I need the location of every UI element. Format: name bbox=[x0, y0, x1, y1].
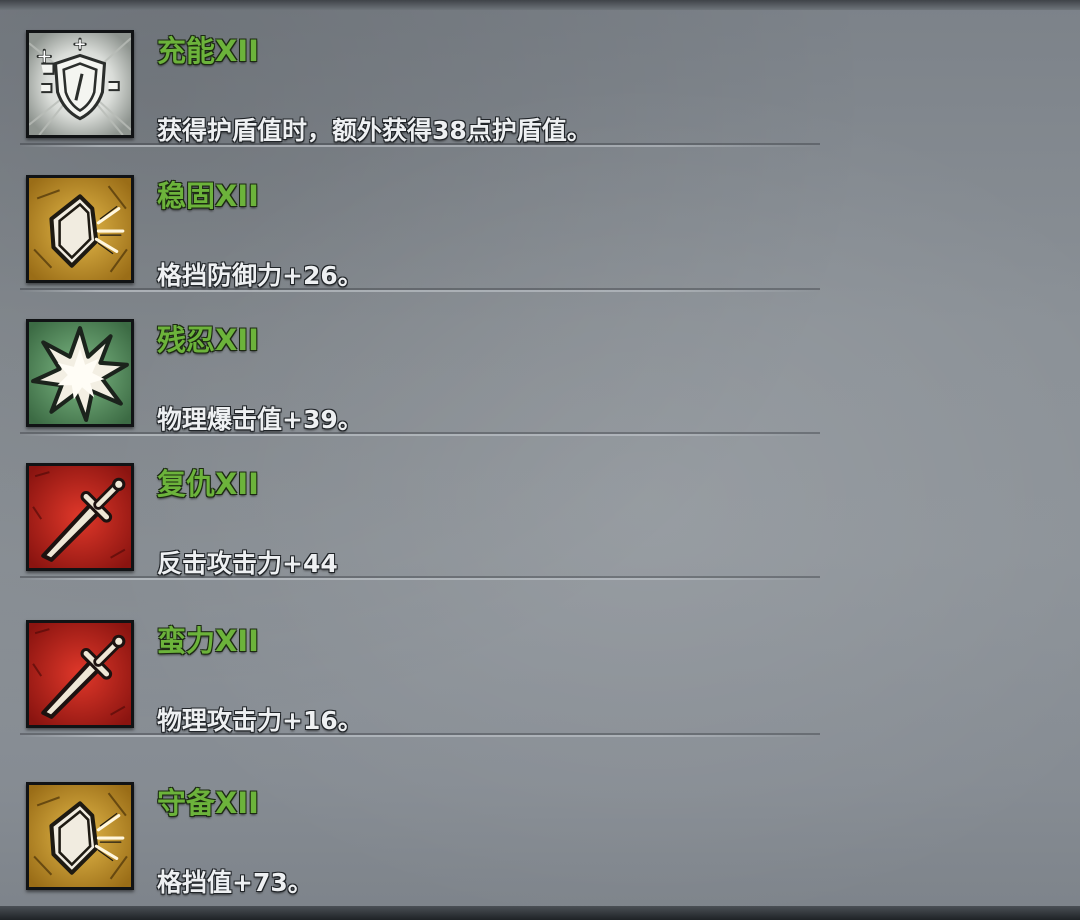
skill-row-canren: 残忍XII 物理爆击值+39。 bbox=[0, 291, 1080, 436]
skill-name: 充能XII bbox=[157, 34, 259, 68]
block-shield-icon bbox=[26, 175, 134, 283]
panel-bottom-edge bbox=[0, 906, 1080, 920]
skill-description: 反击攻击力+44 bbox=[157, 549, 338, 578]
skill-name: 复仇XII bbox=[157, 467, 259, 501]
row-divider bbox=[20, 578, 820, 580]
skill-description: 格挡防御力+26。 bbox=[157, 261, 363, 290]
block-shield-icon bbox=[26, 782, 134, 890]
skill-list-panel: 充能XII 获得护盾值时，额外获得38点护盾值。 稳固XII 格挡防御力+26。… bbox=[0, 0, 1080, 920]
skill-name: 蛮力XII bbox=[157, 624, 259, 658]
skill-row-manli: 蛮力XII 物理攻击力+16。 bbox=[0, 592, 1080, 737]
burst-star-icon bbox=[26, 319, 134, 427]
skill-description: 格挡值+73。 bbox=[157, 868, 313, 897]
skill-name: 稳固XII bbox=[157, 179, 259, 213]
skill-description: 获得护盾值时，额外获得38点护盾值。 bbox=[157, 116, 592, 145]
skill-row-fuchou: 复仇XII 反击攻击力+44 bbox=[0, 435, 1080, 580]
skill-description: 物理攻击力+16。 bbox=[157, 706, 363, 735]
row-divider bbox=[20, 735, 820, 737]
sword-icon bbox=[26, 620, 134, 728]
skill-name: 残忍XII bbox=[157, 323, 259, 357]
skill-name: 守备XII bbox=[157, 786, 259, 820]
skill-row-wengu: 稳固XII 格挡防御力+26。 bbox=[0, 147, 1080, 292]
skill-row-chongneng: 充能XII 获得护盾值时，额外获得38点护盾值。 bbox=[0, 2, 1080, 147]
skill-row-shoubei: 守备XII 格挡值+73。 bbox=[0, 754, 1080, 899]
shield-charge-icon bbox=[26, 30, 134, 138]
skill-description: 物理爆击值+39。 bbox=[157, 405, 363, 434]
sword-icon bbox=[26, 463, 134, 571]
